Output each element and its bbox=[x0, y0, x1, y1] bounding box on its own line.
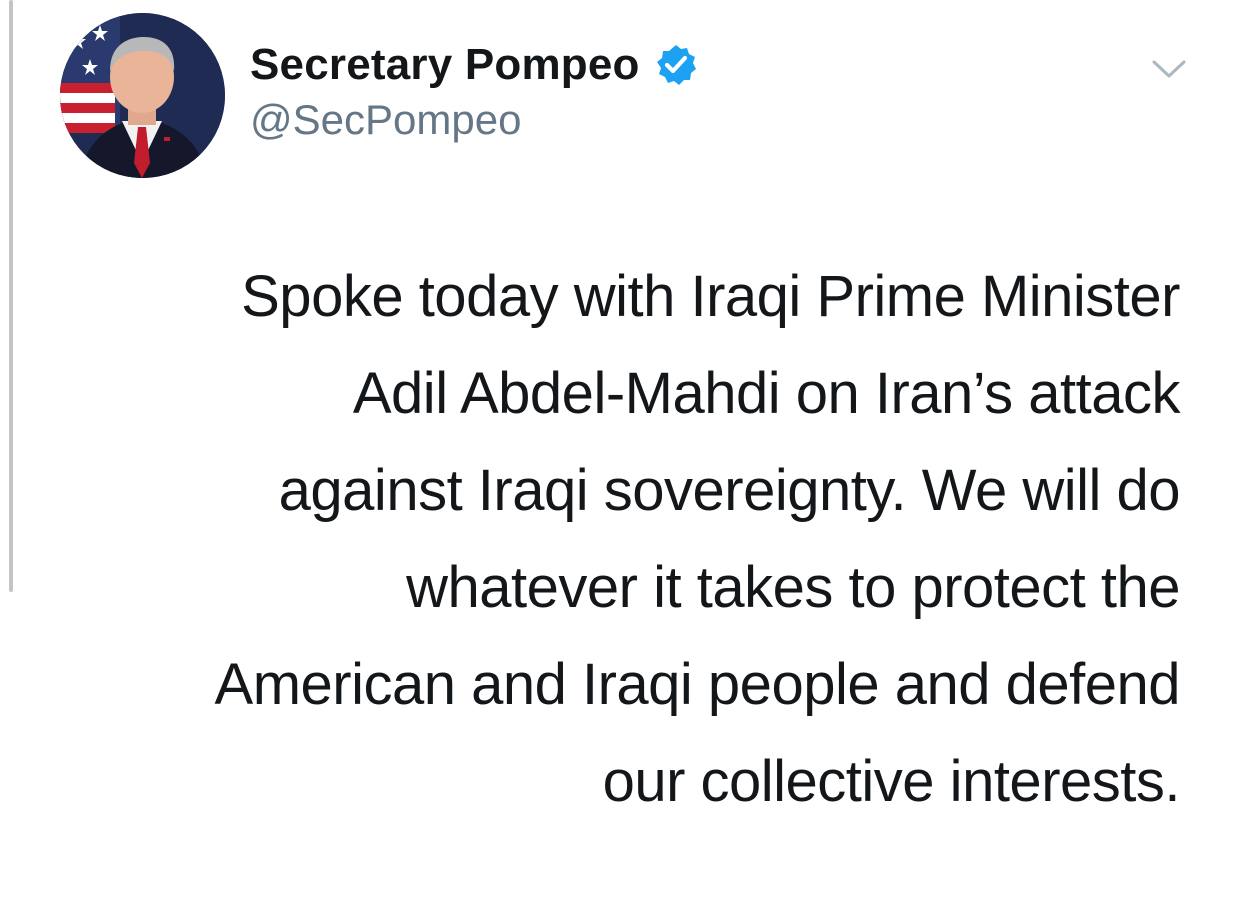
user-handle[interactable]: @SecPompeo bbox=[250, 96, 698, 144]
display-name[interactable]: Secretary Pompeo bbox=[250, 40, 640, 90]
tweet-text-line: Spoke today with Iraqi Prime Minister bbox=[241, 264, 1180, 329]
verified-badge-icon bbox=[654, 43, 698, 87]
tweet-text-line: our collective interests. bbox=[602, 749, 1181, 814]
tweet-text-line: American and Iraqi people and defend bbox=[214, 652, 1181, 717]
tweet-text: Spoke today with Iraqi Prime Minister Ad… bbox=[80, 248, 1181, 830]
avatar[interactable] bbox=[60, 13, 225, 178]
tweet-text-line: against Iraqi sovereignty. We will do bbox=[278, 458, 1181, 523]
tweet-text-line: Adil Abdel-Mahdi on Iran’s attack bbox=[352, 361, 1181, 426]
chevron-down-icon[interactable] bbox=[1150, 54, 1188, 84]
name-row: Secretary Pompeo bbox=[250, 36, 698, 94]
avatar-image bbox=[60, 13, 225, 178]
tweet-card: Secretary Pompeo @SecPompeo Spoke today … bbox=[0, 0, 1242, 898]
tweet-text-line: whatever it takes to protect the bbox=[406, 555, 1180, 620]
tweet-header: Secretary Pompeo @SecPompeo bbox=[250, 36, 698, 144]
